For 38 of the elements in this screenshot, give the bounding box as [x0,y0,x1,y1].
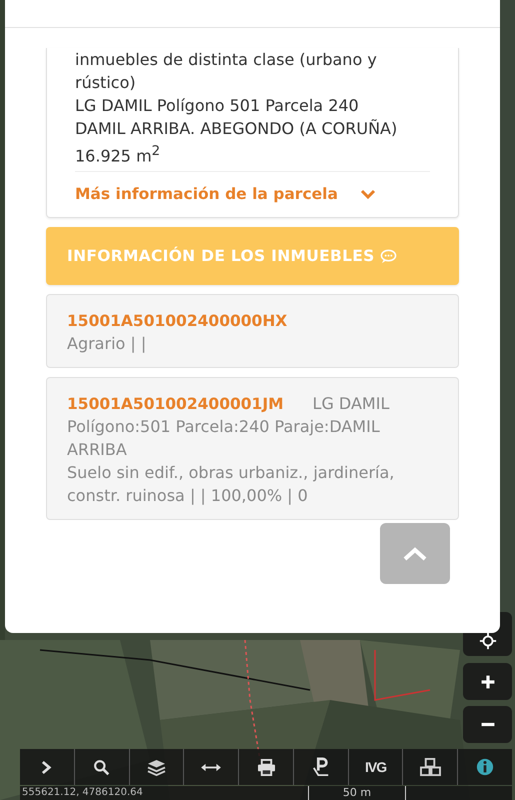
chevron-up-icon [403,546,427,560]
expand-button[interactable] [20,749,75,785]
cubes-icon [420,758,441,776]
parcel-address: LG DAMIL Polígono 501 Parcela 240 [75,95,360,117]
property-code[interactable]: 15001A501002400001JM [67,393,284,416]
plus-icon [480,674,496,690]
property-code[interactable]: 15001A501002400000HX [67,310,288,332]
section-title: INFORMACIÓN DE LOS INMUEBLES [67,247,375,266]
info-button[interactable] [458,749,512,785]
parking-button[interactable] [294,749,349,785]
tool-button[interactable]: IVG [348,749,404,785]
zoom-out-button[interactable] [463,706,512,743]
speech-bubble-icon [380,248,397,264]
print-button[interactable] [239,749,294,785]
search-button[interactable] [74,749,130,785]
cubes-button[interactable] [403,749,458,785]
printer-icon [256,758,276,776]
minus-icon [480,722,496,727]
property-detail: Polígono:501 Parcela:240 Paraje:DAMIL ARRIBA [67,416,381,462]
parcel-area: 16.925 m$^{2}$ [75,140,430,172]
layers-icon [146,758,166,776]
more-info-link[interactable]: Más información de la parcela [75,185,430,204]
chevron-right-icon [41,760,52,774]
info-icon [476,758,494,776]
layers-button[interactable] [130,749,184,785]
measure-button[interactable] [184,749,240,785]
property-detail: Agrario | | [67,333,148,356]
zoom-in-button[interactable] [463,663,512,700]
property-location: LG DAMIL [312,393,390,416]
search-icon [93,758,110,776]
scale-bar: 50 m [308,786,406,800]
parcel-description: inmuebles de distinta clase (urbano y rústico) [75,49,378,94]
property-detail: Suelo sin edif., obras urbaniz., jardinería, constr. ruinosa | | 100,00% | 0 [67,462,396,508]
parking-sign-icon [312,757,330,777]
parcel-locality: DAMIL ARRIBA. ABEGONDO (A CORUÑA) [75,118,398,140]
double-arrow-icon [201,762,222,772]
coordinates-text: 555621.12, 4786120.64 [21,786,144,800]
chevron-icon [360,189,376,200]
